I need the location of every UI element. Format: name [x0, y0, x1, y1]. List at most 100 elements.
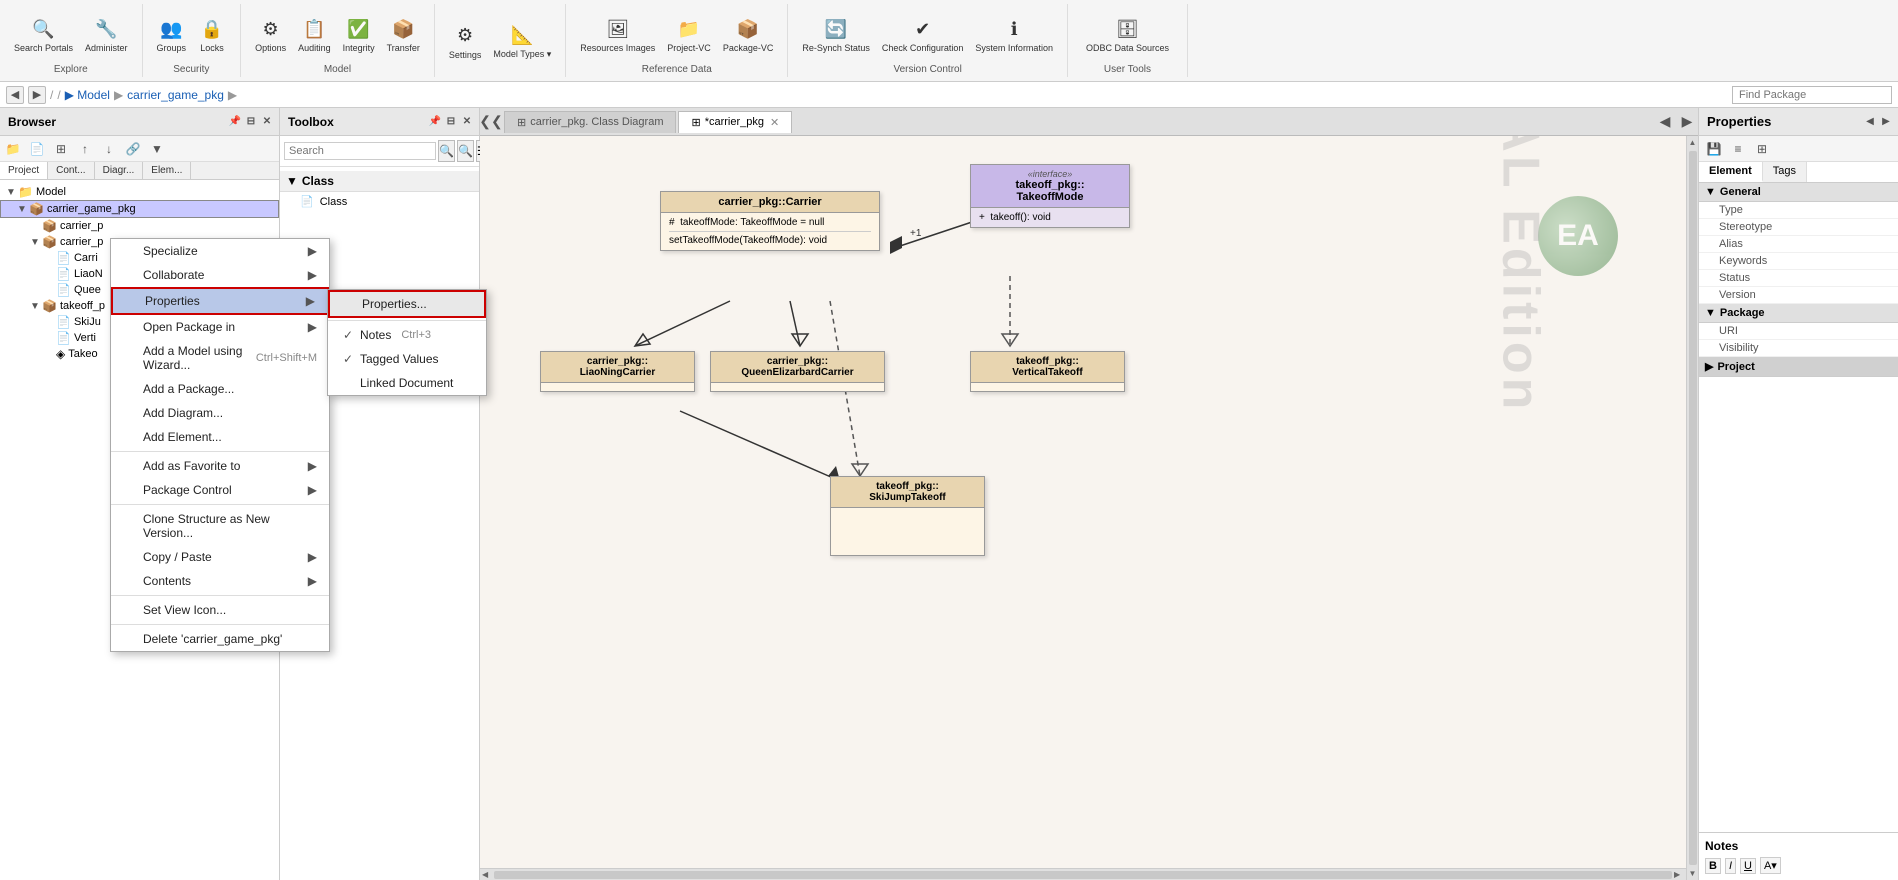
submenu-linked-doc[interactable]: Linked Document: [328, 371, 486, 395]
menu-add-model-wizard[interactable]: Add a Model using Wizard... Ctrl+Shift+M: [111, 339, 329, 377]
uml-class-queen[interactable]: carrier_pkg::QueenElizarbardCarrier: [710, 351, 885, 392]
administer-button[interactable]: 🔧 Administer: [81, 12, 132, 56]
tree-item-carrier-game-pkg[interactable]: ▼ 📦 carrier_game_pkg: [0, 200, 279, 218]
scroll-track[interactable]: [494, 871, 1672, 879]
props-nav-right[interactable]: ▶: [1878, 114, 1894, 130]
tab-carrier-pkg-active[interactable]: ⊞ *carrier_pkg ✕: [678, 111, 792, 133]
toolbox-class-section[interactable]: ▼ Class: [280, 171, 479, 192]
menu-collaborate[interactable]: Collaborate ▶: [111, 263, 329, 287]
find-package-input[interactable]: [1732, 86, 1892, 104]
props-tab-tags[interactable]: Tags: [1763, 162, 1807, 182]
diagram-hscrollbar[interactable]: ◀ ▶: [480, 868, 1686, 880]
toolbox-search-input[interactable]: [284, 142, 436, 160]
re-synch-button[interactable]: 🔄 Re-Synch Status: [798, 12, 874, 56]
props-tab-element[interactable]: Element: [1699, 162, 1763, 182]
menu-add-element[interactable]: Add Element...: [111, 425, 329, 449]
menu-clone-structure[interactable]: Clone Structure as New Version...: [111, 507, 329, 545]
transfer-button[interactable]: 📦 Transfer: [383, 12, 424, 56]
scroll-right-btn[interactable]: ▶: [1674, 870, 1684, 879]
diagram-nav-right[interactable]: ▶: [1676, 111, 1698, 133]
tab-carrier-pkg-class[interactable]: ⊞ carrier_pkg. Class Diagram: [504, 111, 676, 133]
toolbox-pin-icon[interactable]: 📌: [427, 114, 443, 130]
props-package-section[interactable]: ▼ Package: [1699, 304, 1898, 323]
tab-elem[interactable]: Elem...: [143, 162, 191, 179]
tab-project[interactable]: Project: [0, 162, 48, 179]
menu-add-diagram[interactable]: Add Diagram...: [111, 401, 329, 425]
groups-button[interactable]: 👥 Groups: [153, 12, 191, 56]
menu-delete-carrier[interactable]: Delete 'carrier_game_pkg': [111, 627, 329, 651]
vscroll-up-btn[interactable]: ▲: [1687, 136, 1698, 149]
locks-button[interactable]: 🔒 Locks: [194, 12, 230, 56]
system-info-button[interactable]: ℹ System Information: [971, 12, 1057, 56]
browser-pin-icon[interactable]: 📌: [227, 114, 243, 130]
browser-menu-icon[interactable]: ⊟: [243, 114, 259, 130]
diagram-tab-close-icon[interactable]: ✕: [770, 116, 779, 129]
package-vc-button[interactable]: 📦 Package-VC: [719, 12, 778, 56]
diagram-nav-left[interactable]: ◀: [1654, 111, 1676, 133]
submenu-tagged-values[interactable]: ✓ Tagged Values: [328, 347, 486, 371]
browser-close-icon[interactable]: ✕: [259, 114, 275, 130]
uml-class-liaoning[interactable]: carrier_pkg::LiaoNingCarrier: [540, 351, 695, 392]
submenu-properties-dots[interactable]: Properties...: [328, 290, 486, 318]
model-types-button[interactable]: 📐 Model Types ▾: [489, 18, 555, 63]
breadcrumb-model[interactable]: ▶ Model: [65, 88, 110, 102]
new-file-button[interactable]: 📄: [26, 138, 48, 160]
props-project-section[interactable]: ▶ Project: [1699, 357, 1898, 377]
tree-item-model[interactable]: ▼ 📁 Model: [0, 184, 279, 200]
toolbox-close-icon[interactable]: ✕: [459, 114, 475, 130]
tab-cont[interactable]: Cont...: [48, 162, 94, 179]
tab-diagr[interactable]: Diagr...: [95, 162, 144, 179]
search-portals-button[interactable]: 🔍 Search Portals: [10, 12, 77, 56]
filter-button[interactable]: ▼: [146, 138, 168, 160]
menu-copy-paste[interactable]: Copy / Paste ▶: [111, 545, 329, 569]
forward-button[interactable]: ▶: [28, 86, 46, 104]
settings-button[interactable]: ⚙ Settings: [445, 19, 486, 63]
notes-color-button[interactable]: A▾: [1760, 857, 1781, 874]
auditing-button[interactable]: 📋 Auditing: [294, 12, 335, 56]
props-save-button[interactable]: 💾: [1703, 138, 1725, 160]
menu-contents[interactable]: Contents ▶: [111, 569, 329, 593]
options-button[interactable]: ⚙ Options: [251, 12, 290, 56]
link-button[interactable]: 🔗: [122, 138, 144, 160]
new-folder-button[interactable]: 📁: [2, 138, 24, 160]
menu-add-favorite[interactable]: Add as Favorite to ▶: [111, 454, 329, 478]
menu-properties[interactable]: Properties ▶ Properties... ✓ Notes Ctrl+…: [111, 287, 329, 315]
notes-italic-button[interactable]: I: [1725, 858, 1736, 874]
menu-set-view-icon[interactable]: Set View Icon...: [111, 598, 329, 622]
vscroll-down-btn[interactable]: ▼: [1687, 867, 1698, 880]
integrity-button[interactable]: ✅ Integrity: [339, 12, 379, 56]
uml-interface-takeoffmode[interactable]: «interface» takeoff_pkg::TakeoffMode + t…: [970, 164, 1130, 228]
vscroll-track[interactable]: [1689, 151, 1697, 865]
toolbox-menu-icon[interactable]: ⊟: [443, 114, 459, 130]
tree-item-carrier-p1[interactable]: 📦 carrier_p: [0, 218, 279, 234]
menu-package-control[interactable]: Package Control ▶: [111, 478, 329, 502]
breadcrumb-carrier-game-pkg[interactable]: carrier_game_pkg: [127, 88, 224, 102]
resources-images-button[interactable]: 🖼 Resources Images: [576, 12, 659, 56]
menu-add-package[interactable]: Add a Package...: [111, 377, 329, 401]
odbc-button[interactable]: 🗄 ODBC Data Sources: [1082, 12, 1173, 56]
up-button[interactable]: ↑: [74, 138, 96, 160]
props-list-button[interactable]: ≡: [1727, 138, 1749, 160]
uml-class-skijump[interactable]: takeoff_pkg::SkiJumpTakeoff: [830, 476, 985, 556]
diagram-vscrollbar[interactable]: ▲ ▼: [1686, 136, 1698, 880]
diagram-canvas[interactable]: +1 +1 car: [480, 136, 1698, 880]
toolbox-class-item[interactable]: 📄 Class: [280, 192, 479, 211]
menu-open-package-in[interactable]: Open Package in ▶: [111, 315, 329, 339]
scroll-left-btn[interactable]: ◀: [482, 870, 492, 879]
back-button[interactable]: ◀: [6, 86, 24, 104]
props-grid-button[interactable]: ⊞: [1751, 138, 1773, 160]
submenu-notes[interactable]: ✓ Notes Ctrl+3: [328, 323, 486, 347]
menu-specialize[interactable]: Specialize ▶: [111, 239, 329, 263]
notes-bold-button[interactable]: B: [1705, 858, 1721, 874]
check-config-button[interactable]: ✔ Check Configuration: [878, 12, 968, 56]
grid-view-button[interactable]: ⊞: [50, 138, 72, 160]
notes-underline-button[interactable]: U: [1740, 858, 1756, 874]
props-nav-left[interactable]: ◀: [1862, 114, 1878, 130]
toolbox-search-more-button[interactable]: 🔍: [457, 140, 474, 162]
uml-class-vertical[interactable]: takeoff_pkg::VerticalTakeoff: [970, 351, 1125, 392]
uml-class-carrier[interactable]: carrier_pkg::Carrier # takeoffMode: Take…: [660, 191, 880, 251]
down-button[interactable]: ↓: [98, 138, 120, 160]
toolbox-search-button[interactable]: 🔍: [438, 140, 455, 162]
props-general-section[interactable]: ▼ General: [1699, 183, 1898, 202]
diagram-collapse-left[interactable]: ❮❮: [480, 111, 502, 133]
